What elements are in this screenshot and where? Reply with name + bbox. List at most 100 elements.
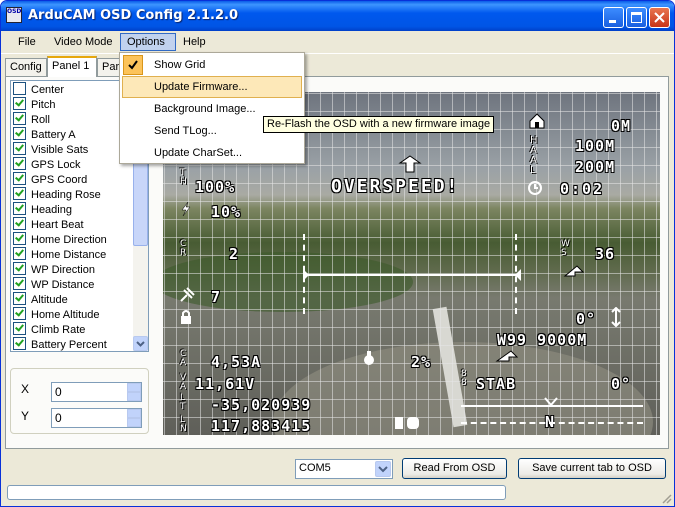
scroll-down-button[interactable] [133, 336, 148, 351]
checkbox[interactable] [13, 232, 26, 245]
menu-update-charset[interactable]: Update CharSet... [122, 142, 302, 164]
menu-help[interactable]: Help [177, 33, 212, 51]
read-from-osd-button[interactable]: Read From OSD [402, 458, 507, 479]
checkbox[interactable] [13, 322, 26, 335]
wind-speed-icon: WS [561, 239, 570, 258]
tab-panel-2[interactable]: Par [97, 58, 121, 76]
checkbox[interactable] [13, 292, 26, 305]
checkbox[interactable] [13, 112, 26, 125]
com-port-dropdown-button[interactable] [375, 461, 391, 477]
rssi-icon [364, 351, 374, 365]
heading-rose-scale [461, 422, 643, 424]
checkbox[interactable] [13, 337, 26, 350]
panel-checkbox-item[interactable]: Home Direction [13, 232, 107, 247]
flight-mode-icon: 88 [461, 369, 467, 388]
panel-checkbox-item[interactable]: Climb Rate [13, 322, 85, 337]
checkbox[interactable] [13, 82, 26, 95]
tooltip: Re-Flash the OSD with a new firmware ima… [263, 116, 495, 133]
panel-checkbox-item[interactable]: GPS Coord [13, 172, 87, 187]
battery-current: 4,53A [211, 353, 262, 371]
altitude: 200M [575, 158, 616, 176]
x-label: X [21, 382, 30, 396]
menu-video-mode[interactable]: Video Mode [48, 33, 119, 51]
resize-grip-icon[interactable] [660, 492, 672, 504]
heading-rose-pointer-icon [544, 397, 558, 407]
panel-checkbox-item[interactable]: Center [13, 82, 64, 97]
panel-checkbox-item[interactable]: Battery A [13, 127, 76, 142]
x-down-button[interactable] [127, 392, 141, 401]
checkbox[interactable] [13, 97, 26, 110]
x-spinner[interactable]: 0 [51, 382, 142, 402]
maximize-button[interactable] [626, 7, 647, 28]
panel-label: WP Direction [31, 264, 95, 276]
longitude-icon: LN [180, 415, 187, 434]
panel-checkbox-item[interactable]: Visible Sats [13, 142, 88, 157]
panel-checkbox-item[interactable]: Home Distance [13, 247, 106, 262]
panel-label: Altitude [31, 294, 68, 306]
tab-panel-1[interactable]: Panel 1 [47, 56, 97, 77]
x-value: 0 [55, 385, 62, 399]
checkbox[interactable] [13, 142, 26, 155]
lightning-icon [181, 201, 191, 217]
panel-checkbox-item[interactable]: GPS Lock [13, 157, 81, 172]
panel-checkbox-item[interactable]: Heading [13, 202, 72, 217]
panel-label: Heading [31, 204, 72, 216]
battery-voltage: 11,61V [195, 375, 256, 393]
checkbox[interactable] [13, 157, 26, 170]
panel-checkbox-item[interactable]: WP Direction [13, 262, 95, 277]
heartbeat-icon [395, 417, 419, 429]
panel-label: Roll [31, 114, 50, 126]
menu-show-grid[interactable]: Show Grid [122, 54, 302, 76]
longitude: 117,883415 [211, 417, 312, 435]
rssi: 2% [411, 353, 432, 371]
y-spinner[interactable]: 0 [51, 408, 142, 428]
menu-send-tlog-label: Send TLog... [154, 125, 217, 137]
checkbox[interactable] [13, 127, 26, 140]
y-down-button[interactable] [127, 418, 141, 427]
waypoint-distance: W99 9000M [497, 331, 588, 349]
panel-checkbox-item[interactable]: Home Altitude [13, 307, 99, 322]
checkbox[interactable] [13, 202, 26, 215]
menu-background-image-label: Background Image... [154, 103, 256, 115]
minimize-button[interactable] [603, 7, 624, 28]
panel-checkbox-item[interactable]: Battery Percent [13, 337, 107, 351]
panel-label: Heading Rose [31, 189, 101, 201]
checkbox[interactable] [13, 187, 26, 200]
y-up-button[interactable] [127, 409, 141, 418]
checkbox[interactable] [13, 172, 26, 185]
current-icon: CA [180, 349, 187, 368]
wind-speed: 36 [595, 245, 616, 263]
latitude: -35,020939 [211, 396, 312, 414]
title-bar[interactable]: OSD ArduCAM OSD Config 2.1.2.0 [1, 1, 674, 31]
checkbox[interactable] [13, 217, 26, 230]
panel-checkbox-item[interactable]: Pitch [13, 97, 55, 112]
x-up-button[interactable] [127, 383, 141, 392]
panel-checkbox-item[interactable]: Heading Rose [13, 187, 101, 202]
visible-sats: 7 [211, 288, 222, 306]
com-port-value: COM5 [299, 462, 331, 474]
tab-config[interactable]: Config [5, 58, 47, 76]
com-port-select[interactable]: COM5 [295, 459, 393, 479]
menu-options[interactable]: Options [120, 33, 176, 51]
menu-update-firmware[interactable]: Update Firmware... [122, 76, 302, 98]
panel-checkbox-item[interactable]: Roll [13, 112, 50, 127]
close-button[interactable] [649, 7, 670, 28]
panel-label: Home Distance [31, 249, 107, 261]
menu-show-grid-label: Show Grid [154, 59, 206, 71]
panel-checkbox-item[interactable]: WP Distance [13, 277, 94, 292]
climb-rate: 2 [229, 245, 240, 263]
checkbox[interactable] [13, 307, 26, 320]
checkbox[interactable] [13, 262, 26, 275]
menu-bar: File Video Mode Options Help [1, 31, 674, 54]
wind-direction-arrow-icon [563, 265, 585, 277]
panel-checkbox-item[interactable]: Altitude [13, 292, 68, 307]
menu-file[interactable]: File [12, 33, 42, 51]
minimize-icon [609, 20, 616, 23]
artificial-horizon [303, 269, 521, 281]
latitude-icon: LT [180, 393, 186, 412]
checkbox[interactable] [13, 277, 26, 290]
panel-label: GPS Lock [31, 159, 81, 171]
panel-checkbox-item[interactable]: Heart Beat [13, 217, 84, 232]
save-tab-to-osd-button[interactable]: Save current tab to OSD [518, 458, 666, 479]
checkbox[interactable] [13, 247, 26, 260]
